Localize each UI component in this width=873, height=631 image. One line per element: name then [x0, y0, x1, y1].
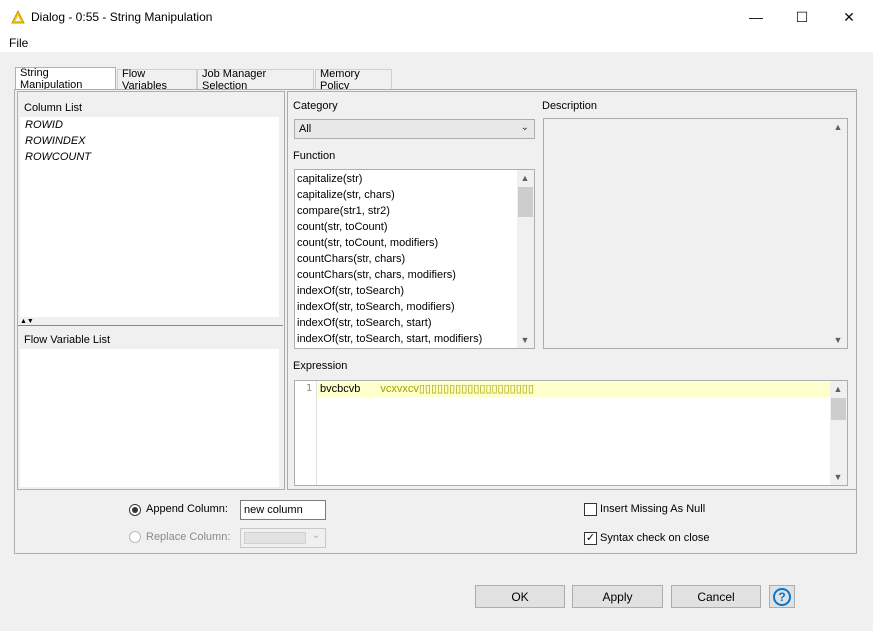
help-button[interactable]: ?	[769, 585, 795, 608]
category-select[interactable]: All ⌄	[294, 119, 535, 139]
flow-variable-list[interactable]	[20, 349, 279, 487]
scroll-down-icon[interactable]: ▼	[830, 332, 846, 348]
list-item[interactable]: capitalize(str)	[295, 171, 517, 187]
syntax-check-checkbox[interactable]: ✓	[584, 532, 597, 545]
chevron-down-icon: ⌄	[311, 530, 320, 541]
expression-text: bvcbcvb	[320, 383, 361, 395]
maximize-button[interactable]: ☐	[779, 0, 825, 34]
close-button[interactable]: ✕	[826, 0, 872, 34]
description-label: Description	[542, 100, 598, 112]
insert-missing-label: Insert Missing As Null	[600, 503, 706, 515]
list-item[interactable]: ROWINDEX	[20, 133, 279, 149]
minimize-button[interactable]: —	[733, 0, 779, 34]
splitter-line	[18, 325, 283, 326]
category-selected: All	[299, 123, 312, 135]
tab-label: Flow Variables	[122, 67, 168, 92]
scroll-thumb[interactable]	[831, 398, 846, 420]
syntax-check-label: Syntax check on close	[600, 532, 710, 544]
panel-divider[interactable]	[284, 91, 288, 490]
tab-label: Job Manager Selection	[202, 67, 267, 92]
tab-flow-variables[interactable]: Flow Variables	[117, 67, 197, 92]
description-panel: ▲ ▼	[543, 118, 848, 349]
help-icon: ?	[773, 587, 791, 606]
list-item[interactable]: indexOf(str, toSearch, start, modifiers)	[295, 331, 517, 347]
function-label: Function	[293, 150, 336, 162]
scroll-up-icon[interactable]: ▲	[517, 170, 533, 186]
expression-code[interactable]: bvcbcvb vcxvxcv▯▯▯▯▯▯▯▯▯▯▯▯▯▯▯▯▯▯▯	[320, 382, 534, 397]
list-item[interactable]: countChars(str, chars)	[295, 251, 517, 267]
tab-job-manager-selection[interactable]: Job Manager Selection	[197, 67, 314, 92]
column-list[interactable]: ROWID ROWINDEX ROWCOUNT	[20, 117, 279, 317]
expression-rest: vcxvxcv▯▯▯▯▯▯▯▯▯▯▯▯▯▯▯▯▯▯▯	[380, 383, 534, 395]
apply-button[interactable]: Apply	[572, 585, 663, 608]
insert-missing-checkbox[interactable]	[584, 503, 597, 516]
scroll-down-icon[interactable]: ▼	[830, 469, 846, 485]
list-item[interactable]: indexOf(str, toSearch, start)	[295, 315, 517, 331]
list-item[interactable]: count(str, toCount, modifiers)	[295, 235, 517, 251]
scroll-thumb[interactable]	[518, 187, 533, 217]
knime-warning-icon	[11, 10, 25, 24]
list-item[interactable]: ROWID	[20, 117, 279, 133]
expression-scrollbar[interactable]: ▲ ▼	[830, 381, 847, 485]
column-list-label: Column List	[24, 102, 83, 114]
replace-column-radio[interactable]	[129, 531, 141, 543]
append-column-input[interactable]: new column	[240, 500, 326, 520]
list-item[interactable]: compare(str1, str2)	[295, 203, 517, 219]
scroll-down-icon[interactable]: ▼	[517, 332, 533, 348]
expression-editor[interactable]: 1 bvcbcvb vcxvxcv▯▯▯▯▯▯▯▯▯▯▯▯▯▯▯▯▯▯▯ ▲ ▼	[294, 380, 848, 486]
replace-column-select[interactable]: ⌄	[240, 528, 326, 548]
flow-variable-list-label: Flow Variable List	[24, 334, 110, 346]
menu-bar	[0, 34, 873, 52]
list-item[interactable]: countChars(str, chars, modifiers)	[295, 267, 517, 283]
function-scrollbar[interactable]: ▲ ▼	[517, 170, 534, 348]
function-list[interactable]: capitalize(str) capitalize(str, chars) c…	[294, 169, 535, 349]
expression-label: Expression	[293, 360, 348, 372]
scroll-up-icon[interactable]: ▲	[830, 381, 846, 397]
list-item[interactable]: capitalize(str, chars)	[295, 187, 517, 203]
cancel-button[interactable]: Cancel	[671, 585, 761, 608]
category-label: Category	[293, 100, 338, 112]
chevron-down-icon: ⌄	[520, 122, 529, 133]
list-item[interactable]: ROWCOUNT	[20, 149, 279, 165]
window-title: Dialog - 0:55 - String Manipulation	[31, 10, 213, 24]
list-item[interactable]: indexOf(str, toSearch)	[295, 283, 517, 299]
checkmark-icon: ✓	[585, 532, 596, 544]
line-gutter: 1	[295, 381, 317, 485]
list-item[interactable]: count(str, toCount)	[295, 219, 517, 235]
append-column-label: Append Column:	[146, 503, 228, 515]
line-number: 1	[305, 383, 312, 394]
append-column-radio[interactable]	[129, 504, 141, 516]
tab-string-manipulation[interactable]: String Manipulation	[15, 67, 116, 91]
description-scrollbar[interactable]: ▲ ▼	[830, 119, 847, 348]
tab-label: String Manipulation	[20, 67, 83, 91]
replace-column-value	[244, 532, 306, 544]
replace-column-label: Replace Column:	[146, 531, 231, 543]
menu-file[interactable]: File	[9, 36, 28, 50]
ok-button[interactable]: OK	[475, 585, 565, 608]
tab-memory-policy[interactable]: Memory Policy	[315, 67, 392, 92]
tab-label: Memory Policy	[320, 67, 360, 92]
list-item[interactable]: indexOf(str, toSearch, modifiers)	[295, 299, 517, 315]
scroll-up-icon[interactable]: ▲	[830, 119, 846, 135]
radio-dot	[132, 507, 138, 513]
